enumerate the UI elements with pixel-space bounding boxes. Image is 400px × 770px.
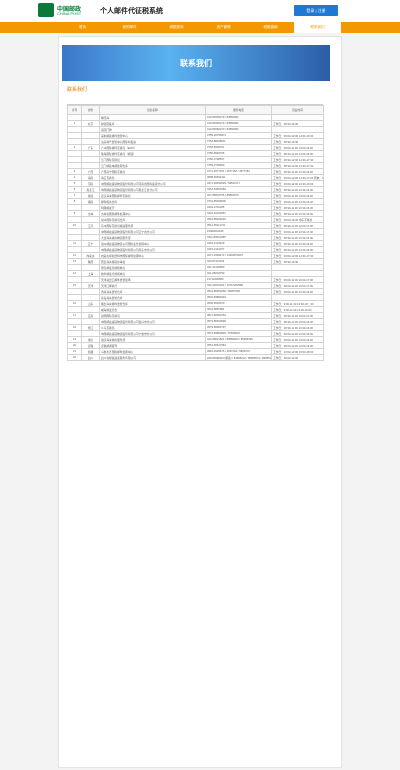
row-phone: 028-83680267(邮递) / 83685212 / 85685574 /… [205,354,272,361]
nav-item-contact[interactable]: 联系我们 [294,22,341,33]
nav-item-tax-payment[interactable]: 税款缴纳 [247,22,294,33]
header-hours: 营业时间 [271,105,324,115]
login-register-button[interactable]: 登录 | 注册 [294,5,338,16]
logo-text-en: CHINA POST [57,11,82,16]
nav-item-assets[interactable]: 资产管理 [200,22,247,33]
row-province: 四川 [81,354,100,361]
nav-item-tax-query[interactable]: 税额查询 [153,22,200,33]
contact-table: 序号 省份 局信名称 服务电话 营业时间 咏晓海 010-84566270 / 8… [67,104,324,361]
china-post-logo-icon [38,3,54,17]
header: 中国邮政 CHINA POST 个人邮件代征税系统 登录 | 注册 [0,0,400,22]
system-title: 个人邮件代征税系统 [100,8,163,15]
header-province: 省份 [81,105,100,115]
row-office-name: 四川省邮政速递服务有限公司 [99,354,206,361]
row-index: 22 [67,354,82,361]
content-panel: 联系我们 联系我们 序号 省份 局信名称 服务电话 营业时间 咏晓海010-8 [58,36,342,768]
banner-title: 联系我们 [180,59,212,68]
contact-banner: 联系我们 [62,45,330,81]
table-row: 22 四川 四川省邮政速递服务有限公司 028-83680267(邮递) / 8368… [67,354,324,361]
table-header-row: 序号 省份 局信名称 服务电话 营业时间 [67,105,324,115]
section-title: 联系我们 [67,87,88,93]
header-phone: 服务电话 [205,105,272,115]
table-body: 咏晓海 010-84566270 / 84566382 1 北京 邮德园集库 010-84… [67,114,324,361]
nav-item-home[interactable]: 首页 [59,22,106,33]
nav-item-my-mail[interactable]: 我的邮件 [106,22,153,33]
header-office-name: 局信名称 [99,105,206,115]
row-hours: 工作日：09:00-12:00 [271,354,324,361]
header-index: 序号 [67,105,82,115]
main-nav: 首页 我的邮件 税额查询 资产管理 税款缴纳 联系我们 [0,22,400,33]
